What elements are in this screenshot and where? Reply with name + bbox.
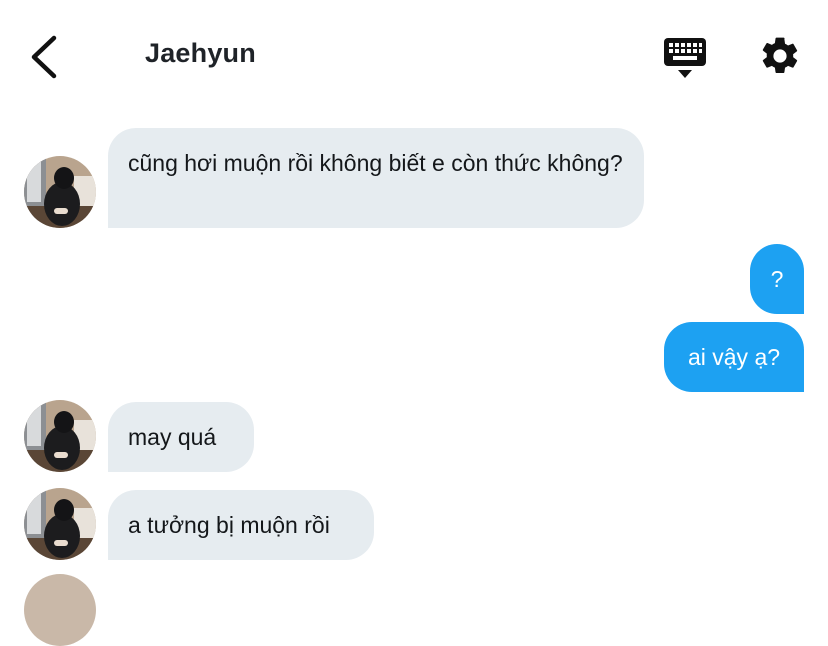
avatar-photo [24, 400, 96, 472]
keyboard-icon [664, 38, 706, 78]
settings-button[interactable] [758, 34, 802, 78]
chevron-left-icon [31, 35, 57, 79]
keyboard-toggle-button[interactable] [662, 36, 708, 80]
message-bubble-outgoing[interactable]: ? [750, 244, 804, 314]
avatar[interactable] [24, 400, 96, 472]
message-bubble-outgoing[interactable]: ai vậy ạ? [664, 322, 804, 392]
message-bubble-incoming[interactable]: a tưởng bị muộn rồi [108, 490, 374, 560]
gear-icon [762, 37, 798, 74]
avatar-photo [24, 156, 96, 228]
message-bubble-incoming[interactable]: may quá [108, 402, 254, 472]
back-button[interactable] [26, 34, 66, 80]
avatar[interactable] [24, 156, 96, 228]
message-bubble-incoming[interactable]: cũng hơi muộn rồi không biết e còn thức … [108, 128, 644, 228]
avatar[interactable] [24, 574, 96, 646]
conversation-header: Jaehyun [0, 0, 828, 110]
avatar-photo [24, 488, 96, 560]
avatar[interactable] [24, 488, 96, 560]
conversation-title: Jaehyun [145, 38, 256, 68]
